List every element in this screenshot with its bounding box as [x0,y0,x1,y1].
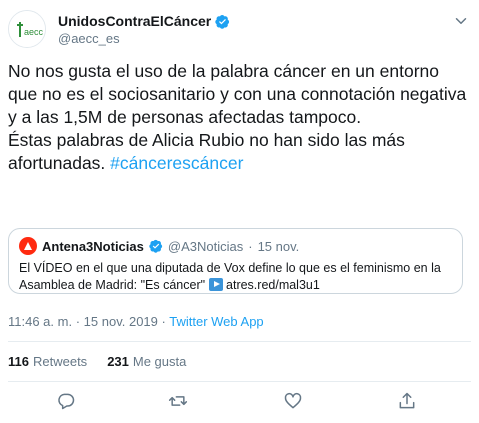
divider [8,381,471,382]
chevron-down-icon[interactable] [452,12,470,30]
play-video-icon [208,278,223,291]
divider [8,341,471,342]
quoted-date: 15 nov. [257,238,300,254]
quoted-tweet-header: Antena3Noticias @A3Noticias · 15 nov. [19,237,452,255]
tweet-text: No nos gusta el uso de la palabra cáncer… [8,60,468,175]
tweet-time[interactable]: 11:46 a. m. [8,314,72,329]
verified-badge-icon [215,14,230,29]
author-name-row: UnidosContraElCáncer [58,13,230,29]
display-name[interactable]: UnidosContraElCáncer [58,13,211,29]
reply-icon[interactable] [56,391,76,411]
meta-sep-2: · [161,314,166,329]
tweet-stats: 116 Retweets 231 Me gusta [8,354,186,369]
quoted-handle: @A3Noticias [167,238,244,254]
verified-badge-icon [149,239,162,253]
antena3-logo-icon [24,242,32,250]
quoted-display-name: Antena3Noticias [42,238,144,254]
retweets-count: 116 [8,354,29,369]
like-icon[interactable] [283,391,303,411]
likes-label: Me gusta [132,354,187,369]
retweet-icon[interactable] [168,391,188,411]
meta-sep-1: · [75,314,81,329]
quoted-dot: · [248,238,253,254]
retweets-label: Retweets [32,354,88,369]
quoted-link[interactable]: atres.red/mal3u1 [226,278,320,292]
quoted-tweet[interactable]: Antena3Noticias @A3Noticias · 15 nov. El… [8,228,463,294]
action-bar [0,391,479,413]
tweet-card: aecc UnidosContraElCáncer @aecc_es No no… [0,0,479,423]
avatar[interactable]: aecc [8,10,46,48]
hashtag-link[interactable]: #cáncerescáncer [110,153,243,173]
author-handle[interactable]: @aecc_es [58,31,120,46]
aecc-logo: aecc [9,11,45,47]
retweets-stat[interactable]: 116 Retweets [8,354,87,369]
quoted-text: El VÍDEO en el que una diputada de Vox d… [19,260,452,294]
quoted-avatar [19,237,37,255]
avatar-text: aecc [24,27,44,37]
likes-count: 231 [107,354,129,369]
tweet-date[interactable]: 15 nov. 2019 [84,314,158,329]
share-icon[interactable] [397,391,417,411]
tweet-meta: 11:46 a. m. · 15 nov. 2019 · Twitter Web… [8,314,264,329]
likes-stat[interactable]: 231 Me gusta [107,354,186,369]
tweet-source[interactable]: Twitter Web App [169,314,263,329]
